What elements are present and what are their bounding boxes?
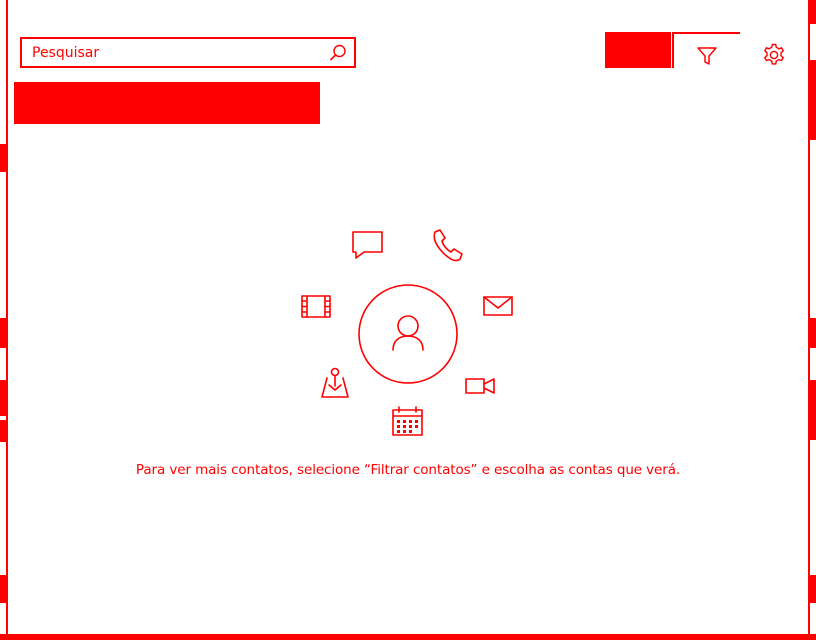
empty-state-message: Para ver mais contatos, selecione “Filtr… bbox=[135, 462, 681, 478]
calendar-grid bbox=[397, 420, 418, 433]
person-icon bbox=[358, 284, 458, 384]
bottom-frame bbox=[0, 634, 816, 640]
left-frame-bar bbox=[0, 318, 8, 348]
right-frame-bar bbox=[808, 60, 816, 140]
film-icon bbox=[301, 295, 331, 318]
settings-button[interactable] bbox=[760, 42, 788, 70]
new-contact-button[interactable] bbox=[605, 32, 671, 68]
left-frame-bar bbox=[0, 575, 8, 603]
right-frame-bar bbox=[808, 575, 816, 603]
left-frame-bar bbox=[0, 420, 8, 442]
left-frame-bar bbox=[0, 144, 8, 172]
red-banner bbox=[14, 82, 320, 124]
phone-icon bbox=[433, 229, 463, 262]
right-frame-bar bbox=[808, 318, 816, 348]
filter-contacts-button[interactable] bbox=[672, 32, 740, 68]
empty-state-illustration bbox=[301, 229, 513, 436]
right-edge-line bbox=[808, 0, 810, 640]
left-frame-bar bbox=[0, 380, 8, 416]
left-edge-line bbox=[6, 0, 8, 640]
filter-icon bbox=[697, 47, 717, 65]
search-input[interactable] bbox=[22, 39, 322, 66]
search-icon[interactable] bbox=[328, 43, 348, 63]
map-icon bbox=[321, 367, 349, 398]
search-box[interactable] bbox=[20, 37, 356, 68]
video-call-icon bbox=[465, 378, 495, 394]
left-frame bbox=[0, 0, 8, 640]
right-frame-bar bbox=[808, 380, 816, 440]
gear-icon bbox=[763, 43, 785, 65]
right-frame bbox=[808, 0, 816, 640]
chat-icon bbox=[352, 231, 383, 259]
right-frame-bar bbox=[808, 0, 816, 24]
mail-icon bbox=[483, 296, 513, 316]
